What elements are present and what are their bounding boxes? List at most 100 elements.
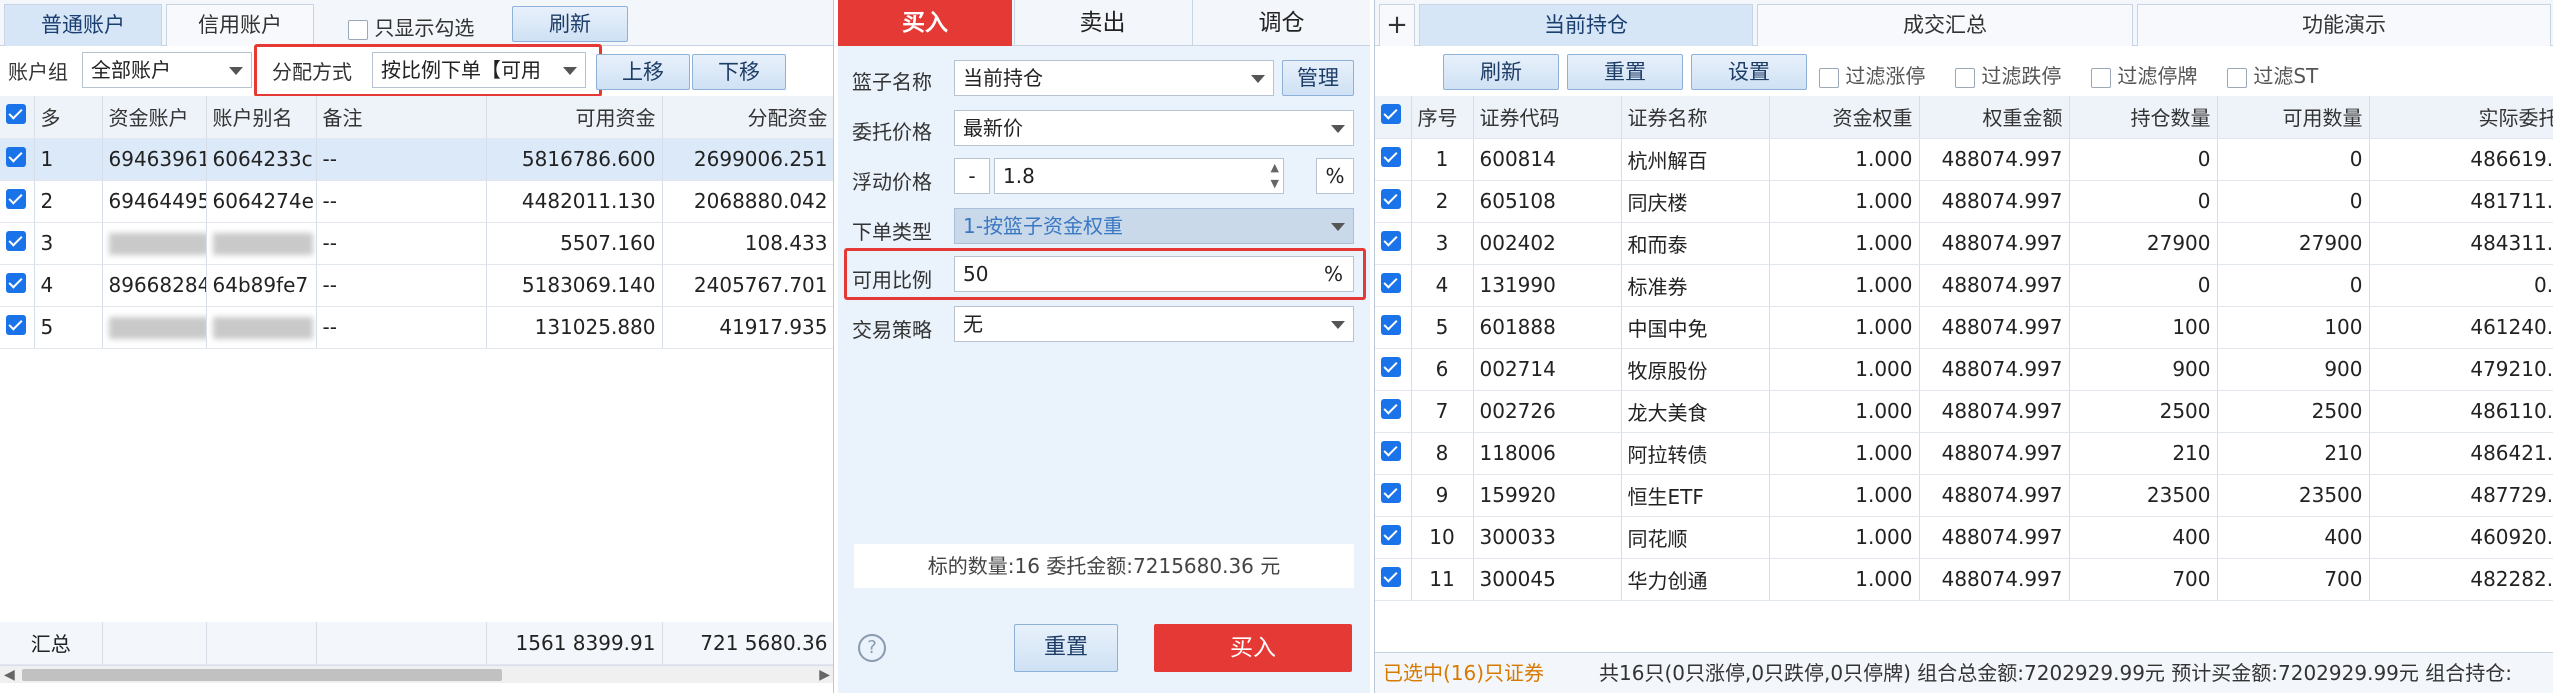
holding-row[interactable]: 11 300045 华力创通 1.000 488074.997 700 700 482282.… bbox=[1375, 558, 2553, 601]
account-row[interactable]: 5 -- 131025.880 41917.935 bbox=[0, 306, 833, 349]
holding-row[interactable]: 5601888中国中免1.000488074.997100100461240.6… bbox=[1375, 306, 2553, 349]
spinner-down-icon[interactable]: ▼ bbox=[1271, 177, 1279, 191]
only-checked-toggle[interactable]: 只显示勾选 bbox=[348, 12, 474, 41]
add-tab-button[interactable]: + bbox=[1379, 4, 1415, 46]
help-icon[interactable]: ? bbox=[858, 634, 886, 662]
reset-order-button[interactable]: 重置 bbox=[1014, 624, 1118, 672]
filter-limit-down[interactable]: 过滤跌停 bbox=[1955, 60, 2061, 89]
scroll-right-icon[interactable]: ▶ bbox=[819, 667, 830, 683]
refresh-accounts-button[interactable]: 刷新 bbox=[512, 6, 628, 42]
row-checkbox[interactable] bbox=[1381, 272, 1401, 293]
holding-row[interactable]: 7 002726 龙大美食 1.000 488074.997 2500 2500 486110… bbox=[1375, 390, 2553, 433]
row-checkbox-cell[interactable] bbox=[1375, 138, 1412, 181]
tab-credit-account[interactable]: 信用账户 bbox=[166, 4, 314, 46]
buy-button[interactable]: 买入 bbox=[1154, 624, 1352, 672]
account-row[interactable]: 3 -- 5507.160 108.433 bbox=[0, 222, 833, 265]
reset-holdings-button[interactable]: 重置 bbox=[1567, 54, 1683, 90]
account-row[interactable]: 1 69463961 6064233c -- 5816786.600 26990… bbox=[0, 138, 833, 181]
col-name[interactable]: 证券名称 bbox=[1621, 96, 1770, 139]
row-checkbox[interactable] bbox=[1381, 356, 1401, 377]
row-checkbox-cell[interactable] bbox=[1375, 222, 1412, 265]
row-checkbox[interactable] bbox=[1381, 398, 1401, 419]
row-checkbox-cell[interactable] bbox=[1375, 180, 1412, 223]
row-checkbox-cell[interactable] bbox=[1375, 432, 1412, 475]
float-price-input[interactable]: 1.8 ▲ ▼ bbox=[994, 158, 1284, 194]
left-horizontal-scrollbar[interactable]: ◀ ▶ bbox=[0, 665, 833, 683]
filter-limit-up[interactable]: 过滤涨停 bbox=[1819, 60, 1925, 89]
move-up-button[interactable]: 上移 bbox=[596, 54, 690, 90]
filter-checkbox[interactable] bbox=[1819, 67, 1839, 88]
filter-checkbox[interactable] bbox=[1955, 67, 1975, 88]
row-checkbox[interactable] bbox=[1381, 524, 1401, 545]
col-multi[interactable]: 多 bbox=[34, 96, 103, 139]
col-code[interactable]: 证券代码 bbox=[1473, 96, 1622, 139]
col-actual-order-amount[interactable]: 实际委托金 bbox=[2369, 96, 2553, 139]
row-checkbox[interactable] bbox=[6, 146, 26, 167]
row-checkbox[interactable] bbox=[6, 272, 26, 293]
row-checkbox[interactable] bbox=[1381, 188, 1401, 209]
col-available-qty[interactable]: 可用数量 bbox=[2217, 96, 2370, 139]
row-checkbox-cell[interactable] bbox=[1375, 264, 1412, 307]
account-row[interactable]: 2 69464495 6064274e -- 4482011.130 20688… bbox=[0, 180, 833, 223]
col-account-alias[interactable]: 账户别名 bbox=[206, 96, 317, 139]
row-checkbox-cell[interactable] bbox=[1375, 474, 1412, 517]
settings-button[interactable]: 设置 bbox=[1691, 54, 1807, 90]
col-position-qty[interactable]: 持仓数量 bbox=[2069, 96, 2218, 139]
holding-row[interactable]: 4131990标准券1.000488074.997000.00 bbox=[1375, 264, 2553, 307]
row-checkbox-cell[interactable] bbox=[1375, 558, 1412, 601]
holding-row[interactable]: 6002714牧原股份1.000488074.997900900479210.5… bbox=[1375, 348, 2553, 391]
account-group-select[interactable]: 全部账户 bbox=[82, 52, 252, 88]
holding-row[interactable]: 8118006阿拉转债1.000488074.997210210486421.9… bbox=[1375, 432, 2553, 475]
row-checkbox[interactable] bbox=[1381, 314, 1401, 335]
scroll-left-icon[interactable]: ◀ bbox=[4, 667, 15, 683]
holding-row[interactable]: 10300033同花顺1.000488074.997400400460920.0… bbox=[1375, 516, 2553, 559]
row-checkbox[interactable] bbox=[1381, 482, 1401, 503]
col-fund-account[interactable]: 资金账户 bbox=[102, 96, 207, 139]
col-weight-amount[interactable]: 权重金额 bbox=[1919, 96, 2070, 139]
row-checkbox-cell[interactable] bbox=[1375, 348, 1412, 391]
move-down-button[interactable]: 下移 bbox=[692, 54, 786, 90]
holding-row[interactable]: 1600814杭州解百1.000488074.99700486619.30 bbox=[1375, 138, 2553, 181]
account-row[interactable]: 4 89668284 64b89fe7 -- 5183069.140 24057… bbox=[0, 264, 833, 307]
row-checkbox[interactable] bbox=[1381, 440, 1401, 461]
strategy-select[interactable]: 无 bbox=[954, 306, 1354, 342]
filter-suspended[interactable]: 过滤停牌 bbox=[2091, 60, 2197, 89]
tab-rebalance[interactable]: 调仓 bbox=[1192, 0, 1370, 46]
filter-checkbox[interactable] bbox=[2091, 67, 2111, 88]
float-unit-button[interactable]: % bbox=[1316, 158, 1354, 194]
tab-feature-demo[interactable]: 功能演示 bbox=[2137, 4, 2551, 46]
row-checkbox[interactable] bbox=[1381, 566, 1401, 587]
row-checkbox[interactable] bbox=[6, 230, 26, 251]
select-all-cell[interactable] bbox=[0, 96, 35, 139]
row-checkbox[interactable] bbox=[6, 188, 26, 209]
tab-normal-account[interactable]: 普通账户 bbox=[4, 4, 162, 46]
basket-select[interactable]: 当前持仓 bbox=[954, 60, 1274, 96]
row-checkbox[interactable] bbox=[1381, 146, 1401, 167]
row-checkbox-cell[interactable] bbox=[1375, 306, 1412, 349]
tab-sell[interactable]: 卖出 bbox=[1014, 0, 1190, 46]
only-checked-checkbox[interactable] bbox=[348, 19, 368, 40]
row-checkbox-cell[interactable] bbox=[1375, 516, 1412, 559]
col-weight[interactable]: 资金权重 bbox=[1769, 96, 1920, 139]
holding-row[interactable]: 2605108同庆楼1.000488074.99700481711.50 bbox=[1375, 180, 2553, 223]
col-available-funds[interactable]: 可用资金 bbox=[486, 96, 663, 139]
spinner-up-icon[interactable]: ▲ bbox=[1271, 161, 1279, 175]
filter-checkbox[interactable] bbox=[2227, 67, 2247, 88]
col-note[interactable]: 备注 bbox=[316, 96, 487, 139]
tab-buy[interactable]: 买入 bbox=[838, 0, 1012, 46]
holding-row[interactable]: 3 002402 和而泰 1.000 488074.997 27900 27900 48431… bbox=[1375, 222, 2553, 265]
refresh-holdings-button[interactable]: 刷新 bbox=[1443, 54, 1559, 90]
tab-current-holdings[interactable]: 当前持仓 bbox=[1419, 4, 1753, 46]
tab-trade-summary[interactable]: 成交汇总 bbox=[1757, 4, 2133, 46]
filter-st[interactable]: 过滤ST bbox=[2227, 60, 2318, 89]
manage-button[interactable]: 管理 bbox=[1282, 60, 1354, 96]
order-type-select[interactable]: 1-按篮子资金权重 bbox=[954, 208, 1354, 244]
holding-row[interactable]: 9 159920 恒生ETF 1.000 488074.997 23500 23500 487… bbox=[1375, 474, 2553, 517]
row-checkbox-cell[interactable] bbox=[1375, 390, 1412, 433]
col-allocated-funds[interactable]: 分配资金 bbox=[662, 96, 833, 139]
price-select[interactable]: 最新价 bbox=[954, 110, 1354, 146]
ratio-input[interactable]: 50% bbox=[954, 256, 1354, 292]
scroll-thumb[interactable] bbox=[22, 669, 502, 681]
float-sign-button[interactable]: - bbox=[954, 158, 990, 194]
row-checkbox[interactable] bbox=[6, 314, 26, 335]
